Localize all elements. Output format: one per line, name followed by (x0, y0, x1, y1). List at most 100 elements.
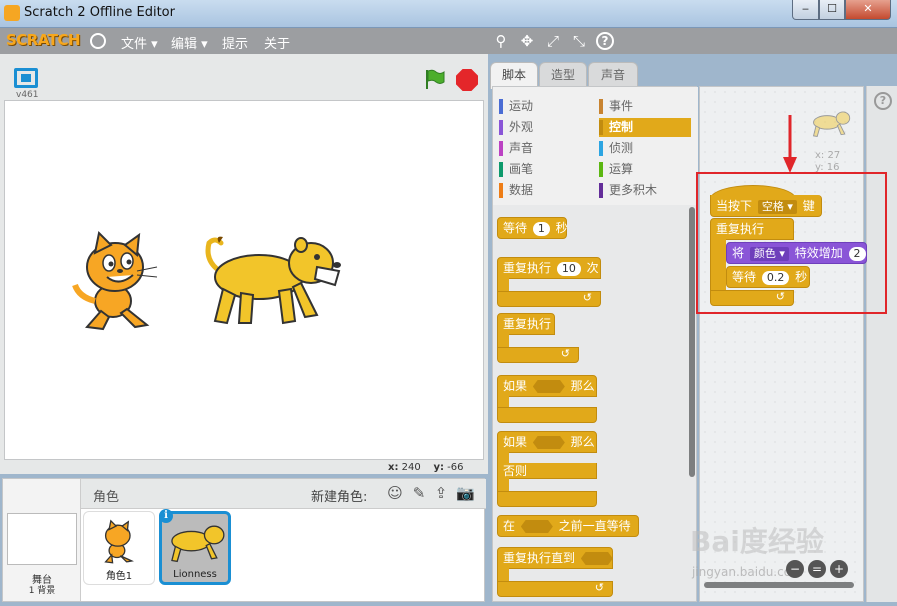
sprite-pane: 舞台 1 背景 角色 新建角色: ☺ ✎ ⇪ 📷 角色1 Lionness i (2, 478, 486, 602)
stage-canvas[interactable] (4, 100, 484, 460)
category-list: 运动 事件 外观 控制 声音 侦测 画笔 运算 数据 更多积木 (493, 87, 698, 205)
c-block-side (497, 568, 509, 582)
stage-area: v461 x: 240 y: -66 (0, 54, 488, 474)
fullscreen-icon[interactable] (14, 68, 38, 88)
category-label: 运动 (509, 99, 534, 113)
menu-about[interactable]: 关于 (264, 33, 290, 52)
cat-sprite[interactable] (65, 229, 175, 334)
block-label: 在 (503, 519, 516, 533)
tab-scripts[interactable]: 脚本 (490, 62, 538, 89)
y-label: y: (433, 462, 444, 473)
category-color-swatch (599, 183, 603, 198)
block-label: 重复执行 (503, 317, 552, 331)
grow-tool-icon[interactable]: ⤢ (544, 32, 562, 50)
delete-tool-icon[interactable]: ✥ (518, 32, 536, 50)
c-block-side (497, 278, 509, 292)
c-block-bottom: ↺ (497, 347, 579, 363)
upload-sprite-icon[interactable]: ⇪ (432, 484, 450, 502)
help-icon[interactable]: ? (874, 92, 892, 110)
stage-thumbnail[interactable] (7, 513, 77, 565)
zoom-reset-icon[interactable]: = (808, 560, 826, 578)
condition-slot[interactable] (532, 380, 565, 393)
category-more-blocks[interactable]: 更多积木 (599, 181, 691, 200)
y-value: -66 (447, 462, 464, 473)
maximize-button[interactable]: ☐ (819, 0, 845, 20)
if-else-block-top: 如果 那么 (497, 431, 597, 453)
tab-sounds[interactable]: 声音 (588, 62, 638, 88)
category-looks[interactable]: 外观 (499, 118, 591, 137)
category-color-swatch (599, 120, 603, 135)
lioness-sprite[interactable] (197, 229, 347, 329)
zoom-out-icon[interactable]: − (786, 560, 804, 578)
condition-slot[interactable] (532, 436, 565, 449)
category-pen[interactable]: 画笔 (499, 160, 591, 179)
category-events[interactable]: 事件 (599, 97, 691, 116)
condition-slot[interactable] (580, 552, 613, 565)
category-data[interactable]: 数据 (499, 181, 591, 200)
category-motion[interactable]: 运动 (499, 97, 591, 116)
category-sensing[interactable]: 侦测 (599, 139, 691, 158)
menu-file[interactable]: 文件 ▾ (121, 33, 158, 52)
wait-seconds-input[interactable]: 1 (532, 222, 550, 236)
category-color-swatch (499, 162, 503, 177)
palette-scrollbar[interactable] (689, 207, 695, 477)
menu-edit[interactable]: 编辑 ▾ (171, 33, 208, 52)
shrink-tool-icon[interactable]: ⤡ (570, 32, 588, 50)
block-label: 等待 (503, 221, 528, 235)
highlight-annotation-box (696, 172, 887, 314)
category-operators[interactable]: 运算 (599, 160, 691, 179)
choose-sprite-icon[interactable]: ☺ (386, 484, 404, 502)
script-area-scrollbar[interactable] (704, 582, 854, 588)
sprites-label: 角色 (93, 490, 120, 505)
cat-thumbnail (104, 519, 134, 564)
category-color-swatch (599, 141, 603, 156)
language-globe-icon[interactable] (90, 33, 106, 49)
repeat-until-block[interactable]: 重复执行直到 ↺ (497, 547, 613, 599)
category-color-swatch (499, 183, 503, 198)
block-unit: 次 (586, 261, 599, 275)
c-block-bottom: ↺ (497, 291, 601, 307)
wait-until-block[interactable]: 在 之前一直等待 (497, 515, 639, 537)
script-area-edge (866, 86, 897, 602)
block-label: 如果 (503, 379, 528, 393)
paint-sprite-icon[interactable]: ✎ (410, 484, 428, 502)
loop-arrow-icon: ↺ (560, 347, 570, 360)
forever-block[interactable]: 重复执行 ↺ (497, 313, 579, 365)
annotation-arrow-icon (783, 115, 797, 173)
sprite-card-cat[interactable]: 角色1 (83, 511, 155, 585)
if-block-top: 如果 那么 (497, 375, 597, 397)
sprite-info-icon[interactable]: i (159, 509, 173, 523)
block-label: 重复执行 (503, 261, 552, 275)
zoom-in-icon[interactable]: + (830, 560, 848, 578)
c-block-bottom (497, 407, 597, 423)
help-tool-icon[interactable]: ? (596, 32, 614, 50)
app-icon (4, 5, 20, 21)
menu-tips[interactable]: 提示 (222, 33, 248, 52)
sprite-header: 角色 新建角色: ☺ ✎ ⇪ 📷 (81, 479, 486, 509)
wait-block[interactable]: 等待 1 秒 (497, 217, 568, 239)
else-label: 否则 (497, 463, 597, 479)
close-button[interactable]: ✕ (845, 0, 891, 20)
minimize-button[interactable]: ‒ (792, 0, 819, 20)
category-color-swatch (499, 99, 503, 114)
tab-costumes[interactable]: 造型 (539, 62, 587, 88)
repeat-block[interactable]: 重复执行 10 次 ↺ (497, 257, 601, 309)
category-label: 侦测 (609, 141, 634, 155)
if-else-block[interactable]: 如果 那么 否则 (497, 431, 597, 507)
x-label: x: (388, 462, 399, 473)
stop-icon[interactable] (456, 69, 478, 91)
stage-thumbnail-column: 舞台 1 背景 (3, 479, 81, 601)
repeat-count-input[interactable]: 10 (556, 262, 581, 276)
backdrop-count: 1 背景 (28, 586, 56, 596)
duplicate-tool-icon[interactable]: ⚲ (492, 32, 510, 50)
camera-icon[interactable]: 📷 (456, 484, 475, 502)
condition-slot[interactable] (520, 520, 553, 533)
sprite-preview-icon (812, 111, 851, 138)
green-flag-icon[interactable] (423, 68, 445, 90)
block-label: 之前一直等待 (558, 519, 631, 533)
sprite-card-lionness[interactable]: Lionness (159, 511, 231, 585)
category-sound[interactable]: 声音 (499, 139, 591, 158)
category-control[interactable]: 控制 (599, 118, 691, 137)
if-then-block[interactable]: 如果 那么 (497, 375, 597, 423)
scratch-logo[interactable]: SCRATCH (6, 31, 81, 49)
